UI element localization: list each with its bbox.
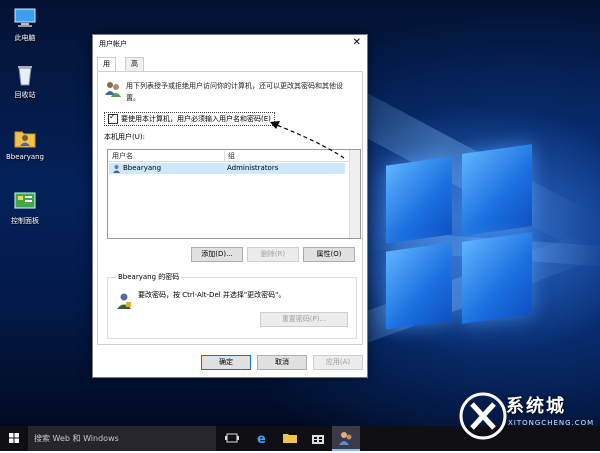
this-pc-icon: [13, 6, 37, 30]
close-icon[interactable]: ✕: [353, 37, 361, 48]
desktop-icon-recycle-bin[interactable]: 回收站: [0, 63, 50, 100]
user-accounts-dialog: 用户帐户 ✕ 用户 高级 用下列表授予或拒绝用户访问你的计算机，还可以更改其密码…: [92, 34, 368, 378]
user-accounts-icon: [339, 432, 352, 445]
file-explorer-button[interactable]: [276, 426, 304, 451]
desktop-icon-control-panel[interactable]: 控制面板: [0, 189, 50, 226]
taskbar-search-box[interactable]: 搜索 Web 和 Windows: [28, 426, 216, 451]
add-button[interactable]: 添加(D)...: [191, 247, 243, 262]
column-group[interactable]: 组: [228, 151, 235, 161]
desktop-icon-user-folder[interactable]: Bbearyang: [0, 126, 50, 161]
windows-hero-logo: [386, 141, 536, 331]
cell-group: Administrators: [227, 164, 279, 172]
reset-password-button[interactable]: 重置密码(P)...: [260, 312, 348, 327]
dialog-titlebar[interactable]: 用户帐户 ✕: [93, 35, 367, 53]
require-password-checkbox-row[interactable]: 要使用本计算机，用户必须输入用户名和密码(E): [104, 112, 275, 126]
tab-advanced[interactable]: 高级: [125, 57, 144, 81]
password-group-title: Bbearyang 的密码: [116, 272, 182, 282]
password-group: Bbearyang 的密码 要改密码，按 Ctrl-Alt-Del 并选择"更改…: [107, 272, 357, 339]
site-watermark: 系统城 XITONGCHENG.COM: [456, 384, 600, 451]
edge-button[interactable]: e: [248, 426, 276, 451]
desktop-icon-label: 控制面板: [11, 217, 39, 225]
listview-scrollbar[interactable]: [349, 150, 360, 238]
require-password-checkbox[interactable]: [108, 112, 118, 124]
description-text: 用下列表授予或拒绝用户访问你的计算机，还可以更改其密码和其他设置。: [126, 82, 343, 102]
file-explorer-icon: [283, 434, 297, 443]
dialog-title: 用户帐户: [99, 40, 127, 48]
local-users-label: 本机用户(U):: [104, 133, 145, 141]
password-user-icon: [116, 292, 132, 310]
desktop-icon-label: 回收站: [14, 91, 36, 99]
watermark-url: XITONGCHENG.COM: [508, 419, 595, 427]
task-view-button[interactable]: [218, 426, 246, 451]
require-password-label: 要使用本计算机，用户必须输入用户名和密码(E): [121, 115, 271, 123]
users-icon: [104, 80, 122, 98]
ok-button[interactable]: 确定: [201, 355, 251, 370]
edge-icon: e: [257, 432, 266, 447]
column-username[interactable]: 用户名: [112, 151, 133, 161]
properties-button[interactable]: 属性(O): [303, 247, 355, 262]
apply-button[interactable]: 应用(A): [313, 355, 363, 370]
desktop-icon-this-pc[interactable]: 此电脑: [0, 6, 50, 43]
recycle-bin-icon: [13, 63, 37, 87]
desktop-icon-label: Bbearyang: [5, 153, 45, 161]
start-button[interactable]: [0, 426, 28, 451]
search-placeholder: 搜索 Web 和 Windows: [34, 434, 119, 443]
user-folder-icon: [13, 126, 37, 150]
watermark-logo-icon: [459, 392, 507, 440]
watermark-brand: 系统城: [506, 396, 566, 417]
cancel-button[interactable]: 取消: [257, 355, 307, 370]
cell-username: Bbearyang: [123, 164, 162, 172]
store-icon: [312, 435, 324, 444]
store-button[interactable]: [304, 426, 332, 451]
remove-button[interactable]: 删除(R): [247, 247, 299, 262]
desktop-icon-label: 此电脑: [14, 34, 36, 42]
user-accounts-taskbar-button[interactable]: [332, 426, 360, 451]
user-icon: [113, 165, 120, 173]
password-instructions: 要改密码，按 Ctrl-Alt-Del 并选择"更改密码"。: [138, 291, 286, 299]
table-row[interactable]: Bbearyang Administrators: [109, 163, 345, 174]
annotation-arrow: [270, 121, 345, 159]
control-panel-icon: [13, 189, 37, 213]
task-view-icon: [225, 433, 239, 443]
svg-text:e: e: [257, 432, 266, 447]
windows-start-icon: [9, 433, 19, 443]
